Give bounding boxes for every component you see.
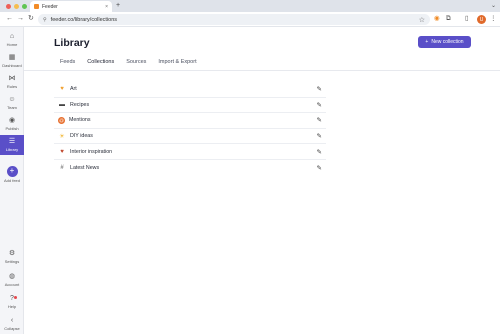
sidebar-item-label: Add feed [3, 177, 20, 183]
sidebar-item-label: Account [4, 282, 20, 287]
sidebar-item-home[interactable]: ⌂ Home [0, 30, 24, 50]
browser-tab[interactable]: Feeder × [30, 1, 112, 12]
browser-menu-icon[interactable]: ⋮ [490, 15, 497, 23]
sidebar-item-label: Home [6, 42, 18, 47]
home-icon: ⌂ [9, 33, 15, 40]
team-icon: ☺ [8, 96, 16, 103]
browser-tab-bar: Feeder × + ⌄ [0, 0, 500, 12]
sidebar-item-label: Rules [6, 84, 18, 89]
tab-close-icon[interactable]: × [105, 4, 108, 10]
edit-pencil-icon[interactable]: ✎ [317, 148, 322, 156]
tab-search-icon[interactable]: ⌄ [491, 2, 496, 9]
list-item[interactable]: # Latest News ✎ [54, 160, 326, 176]
list-item[interactable]: ♥ Interior inspiration ✎ [54, 144, 326, 160]
edit-pencil-icon[interactable]: ✎ [317, 85, 322, 93]
close-window-button[interactable] [6, 4, 11, 9]
sidebar-item-dashboard[interactable]: ▦ Dashboard [0, 51, 24, 71]
heart-icon: ♥ [60, 148, 64, 155]
collection-name[interactable]: DIY ideas [70, 133, 317, 139]
sidebar-item-label: Library [5, 147, 19, 152]
reload-icon[interactable]: ↻ [28, 15, 34, 23]
list-item[interactable]: @ Mentions ✎ [54, 113, 326, 129]
site-info-icon[interactable]: ⚲ [43, 17, 47, 23]
collection-name[interactable]: Mentions [69, 117, 317, 123]
sidebar-item-label: Dashboard [2, 63, 22, 68]
sun-icon: ☀ [59, 133, 65, 140]
extensions-icon[interactable]: ⧉ [446, 15, 451, 23]
notification-dot [14, 296, 17, 299]
tab-feeds[interactable]: Feeds [54, 56, 81, 70]
share-icon: ⋈ [8, 75, 16, 82]
hash-icon: # [60, 164, 64, 171]
tab-sources[interactable]: Sources [120, 56, 152, 70]
collection-name[interactable]: Latest News [70, 165, 317, 171]
gear-icon: ⚙ [8, 250, 16, 257]
forward-icon[interactable]: → [17, 15, 24, 23]
plus-icon: + [425, 39, 429, 45]
edit-pencil-icon[interactable]: ✎ [317, 132, 322, 140]
bookmark-star-icon[interactable]: ☆ [419, 16, 425, 24]
sidebar: ⌂ Home ▦ Dashboard ⋈ Rules ☺ Team ◉ Publ… [0, 27, 24, 334]
edit-pencil-icon[interactable]: ✎ [317, 164, 322, 172]
sidebar-item-label: Publish [5, 126, 19, 131]
list-item[interactable]: ☀ DIY ideas ✎ [54, 129, 326, 145]
publish-icon: ◉ [8, 117, 16, 124]
address-bar[interactable]: ⚲ feeder.co/library/collections ☆ [38, 14, 430, 25]
tab-import-export[interactable]: Import & Export [152, 56, 202, 70]
sidebar-item-publish[interactable]: ◉ Publish [0, 114, 24, 134]
collections-list: ♥ Art ✎ ▬ Recipes ✎ @ Mentions ✎ ☀ DIY i… [54, 82, 326, 176]
sidebar-item-rules[interactable]: ⋈ Rules [0, 72, 24, 92]
sidebar-item-help[interactable]: ? Help [0, 292, 24, 312]
tab-title: Feeder [42, 3, 58, 10]
collection-name[interactable]: Recipes [70, 102, 317, 108]
sidebar-item-team[interactable]: ☺ Team [0, 93, 24, 113]
sidebar-item-library[interactable]: ☰ Library [0, 135, 24, 155]
back-icon[interactable]: ← [6, 15, 13, 23]
edit-pencil-icon[interactable]: ✎ [317, 101, 322, 109]
maximize-window-button[interactable] [22, 4, 27, 9]
tab-collections[interactable]: Collections [81, 56, 121, 71]
new-collection-button[interactable]: + New collection [418, 36, 471, 48]
sidebar-item-label: Team [7, 105, 17, 110]
heart-icon: ♥ [60, 86, 64, 93]
edit-pencil-icon[interactable]: ✎ [317, 116, 322, 124]
sidebar-item-account[interactable]: ◍ Account [0, 270, 24, 290]
window-controls [6, 4, 27, 9]
sidebar-item-label: Help [7, 304, 17, 309]
sidebar-item-label: Settings [4, 259, 20, 264]
sidebar-item-add-feed[interactable]: + Add feed [0, 162, 24, 186]
new-tab-button[interactable]: + [116, 2, 120, 10]
browser-toolbar: ← → ↻ ⚲ feeder.co/library/collections ☆ … [0, 12, 500, 27]
new-collection-label: New collection [431, 39, 464, 45]
sidebar-item-label: Collapse [4, 326, 20, 331]
side-panel-icon[interactable]: ▯ [465, 15, 469, 23]
list-item[interactable]: ▬ Recipes ✎ [54, 98, 326, 114]
tabs-divider [24, 70, 500, 71]
library-icon: ☰ [8, 138, 16, 145]
mentions-icon: @ [58, 116, 65, 124]
profile-avatar[interactable]: U [477, 15, 486, 24]
sidebar-item-collapse[interactable]: ‹ Collapse [0, 314, 24, 334]
recipes-icon: ▬ [59, 101, 65, 108]
url-text[interactable]: feeder.co/library/collections [51, 17, 419, 23]
library-tabs: Feeds Collections Sources Import & Expor… [54, 56, 203, 71]
sidebar-item-settings[interactable]: ⚙ Settings [0, 247, 24, 267]
plus-icon: + [6, 165, 18, 177]
rss-extension-icon[interactable]: ◉ [434, 15, 440, 23]
collection-name[interactable]: Art [70, 86, 317, 92]
collection-name[interactable]: Interior inspiration [70, 149, 317, 155]
minimize-window-button[interactable] [14, 4, 19, 9]
chevron-left-icon: ‹ [10, 317, 14, 324]
page-title: Library [54, 37, 90, 49]
account-icon: ◍ [8, 273, 16, 280]
feeder-favicon-icon [34, 4, 39, 9]
list-item[interactable]: ♥ Art ✎ [54, 82, 326, 98]
dashboard-icon: ▦ [8, 54, 16, 61]
